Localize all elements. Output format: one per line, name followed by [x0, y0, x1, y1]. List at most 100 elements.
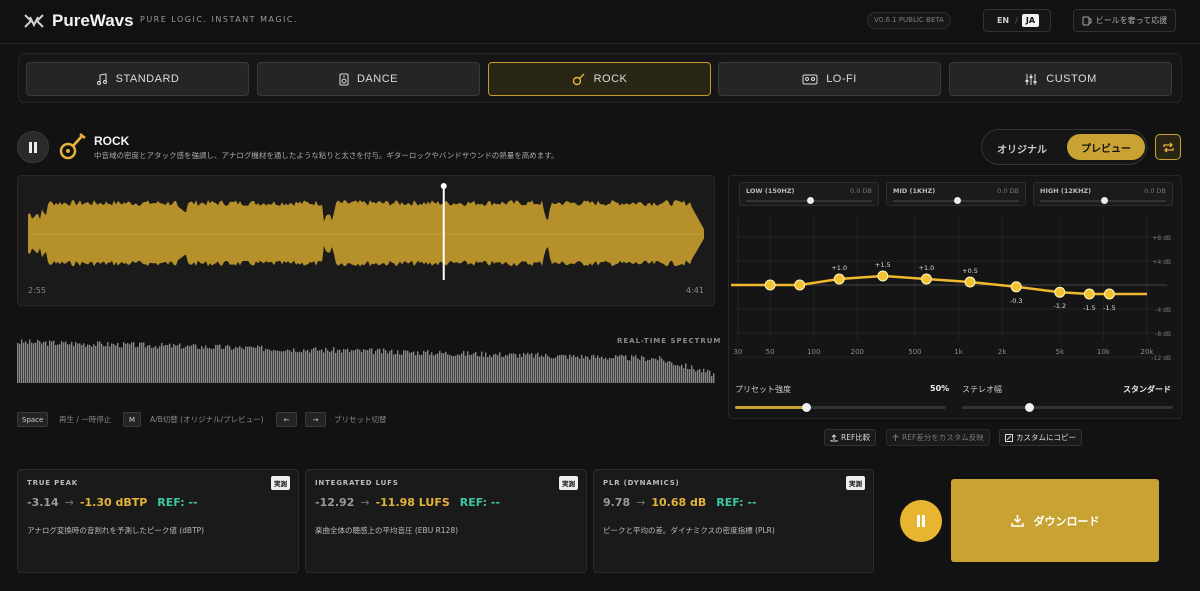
spectrum-bar	[101, 343, 103, 383]
spectrum-bar	[303, 349, 305, 383]
spectrum-bar	[159, 346, 161, 383]
cassette-icon	[802, 74, 818, 84]
play-pause-button[interactable]	[17, 131, 49, 163]
eq-freq-tick: 50	[766, 348, 775, 356]
spectrum-bar	[449, 354, 451, 383]
spectrum-bar	[105, 346, 107, 383]
spectrum-bar	[659, 356, 661, 383]
spectrum-bar	[269, 349, 271, 383]
spectrum-bar	[285, 350, 287, 383]
logo[interactable]: PureWavs	[24, 11, 134, 31]
ref-compare-button[interactable]: REF比較	[824, 429, 877, 446]
waveform[interactable]	[17, 175, 715, 306]
preset-lofi-button[interactable]: LO-FI	[718, 62, 941, 96]
spectrum-bar	[617, 356, 619, 383]
spectrum	[17, 331, 715, 383]
eq-node-label: +1.5	[875, 261, 891, 269]
spectrum-bar	[633, 356, 635, 383]
spectrum-bar	[283, 351, 285, 383]
spectrum-bar	[499, 352, 501, 383]
spectrum-bar	[171, 347, 173, 383]
preset-custom-button[interactable]: CUSTOM	[949, 62, 1172, 96]
band-knob[interactable]	[953, 197, 961, 204]
ref-apply-button[interactable]: REF差分をカスタム反映	[886, 429, 990, 446]
spectrum-bar	[405, 350, 407, 383]
spectrum-bar	[561, 354, 563, 383]
spectrum-bar	[639, 359, 641, 383]
spectrum-bar	[501, 356, 503, 383]
spectrum-bar	[169, 343, 171, 383]
spectrum-bar	[329, 351, 331, 383]
spectrum-bar	[701, 372, 703, 383]
support-button[interactable]: ビールを奢って応援	[1073, 9, 1176, 32]
spectrum-bar	[451, 355, 453, 383]
lang-ja-button[interactable]: JA	[1021, 14, 1040, 27]
meter-new-value: 10.68 dB	[651, 496, 707, 509]
spectrum-bar	[467, 351, 469, 383]
spectrum-bar	[353, 350, 355, 383]
spectrum-bar	[487, 357, 489, 383]
eq-band-low[interactable]: LOW (150HZ) 0.0 DB	[739, 182, 879, 206]
main-play-pause-button[interactable]	[900, 500, 942, 542]
eq-band-high[interactable]: HIGH (12KHZ) 0.0 DB	[1033, 182, 1173, 206]
band-knob[interactable]	[806, 197, 814, 204]
spectrum-bar	[143, 342, 145, 383]
spectrum-bar	[93, 344, 95, 383]
stereo-width-value: スタンダード	[1123, 385, 1171, 394]
eq-node	[1054, 286, 1066, 298]
meter-title: INTEGRATED LUFS	[315, 479, 399, 487]
stereo-width-knob[interactable]	[1025, 403, 1035, 412]
spectrum-bar	[533, 357, 535, 383]
band-value: 0.0 DB	[850, 187, 872, 195]
preset-dance-button[interactable]: DANCE	[257, 62, 480, 96]
spectrum-bar	[681, 364, 683, 383]
spectrum-bar	[679, 366, 681, 383]
spectrum-bar	[613, 357, 615, 383]
spectrum-bar	[163, 345, 165, 383]
spectrum-bar	[177, 345, 179, 383]
eq-freq-tick: 1k	[954, 348, 963, 356]
preset-rock-button[interactable]: ROCK	[488, 62, 711, 96]
spectrum-bar	[51, 341, 53, 383]
spectrum-bar	[441, 353, 443, 383]
band-knob[interactable]	[1100, 197, 1108, 204]
spectrum-bar	[241, 347, 243, 383]
spectrum-bar	[493, 354, 495, 383]
ab-preview-button[interactable]: プレビュー	[1067, 134, 1145, 160]
spectrum-bar	[271, 351, 273, 383]
spectrum-bar	[703, 368, 705, 383]
spectrum-bar	[563, 355, 565, 383]
spectrum-bar	[673, 364, 675, 383]
spectrum-bar	[195, 344, 197, 383]
spectrum-bar	[69, 344, 71, 383]
preset-standard-button[interactable]: STANDARD	[26, 62, 249, 96]
spectrum-bar	[389, 351, 391, 383]
spectrum-bar	[261, 345, 263, 383]
spectrum-bar	[497, 355, 499, 383]
eq-db-tick: -4 dB	[1155, 307, 1171, 314]
upload-icon	[830, 433, 838, 441]
eq-curve-graph: 30 50 100 200 500 1k 2k 5k 10k 20k+8 dB+4 dB-4 dB…	[731, 217, 1171, 360]
loop-button[interactable]	[1155, 134, 1181, 160]
spectrum-bar	[59, 344, 61, 383]
spectrum-bar	[647, 359, 649, 383]
spectrum-bar	[147, 345, 149, 383]
spectrum-bar	[201, 346, 203, 383]
spectrum-bar	[559, 355, 561, 383]
spectrum-bar	[17, 343, 19, 383]
spectrum-bar	[675, 365, 677, 383]
ab-original-button[interactable]: オリジナル	[997, 141, 1047, 156]
download-button[interactable]: ダウンロード	[951, 479, 1159, 562]
spectrum-bar	[309, 352, 311, 383]
spectrum-bar	[291, 351, 293, 383]
spectrum-bar	[511, 353, 513, 383]
copy-custom-button[interactable]: カスタムにコピー	[999, 429, 1082, 446]
spectrum-bar	[231, 349, 233, 383]
spectrum-bar	[489, 355, 491, 383]
lang-en-button[interactable]: EN	[995, 14, 1011, 27]
spectrum-bar	[265, 348, 267, 383]
spectrum-bar	[311, 349, 313, 383]
eq-node	[1103, 288, 1115, 300]
eq-band-mid[interactable]: MID (1KHZ) 0.0 DB	[886, 182, 1026, 206]
eq-node-label: -0.3	[1010, 297, 1023, 305]
